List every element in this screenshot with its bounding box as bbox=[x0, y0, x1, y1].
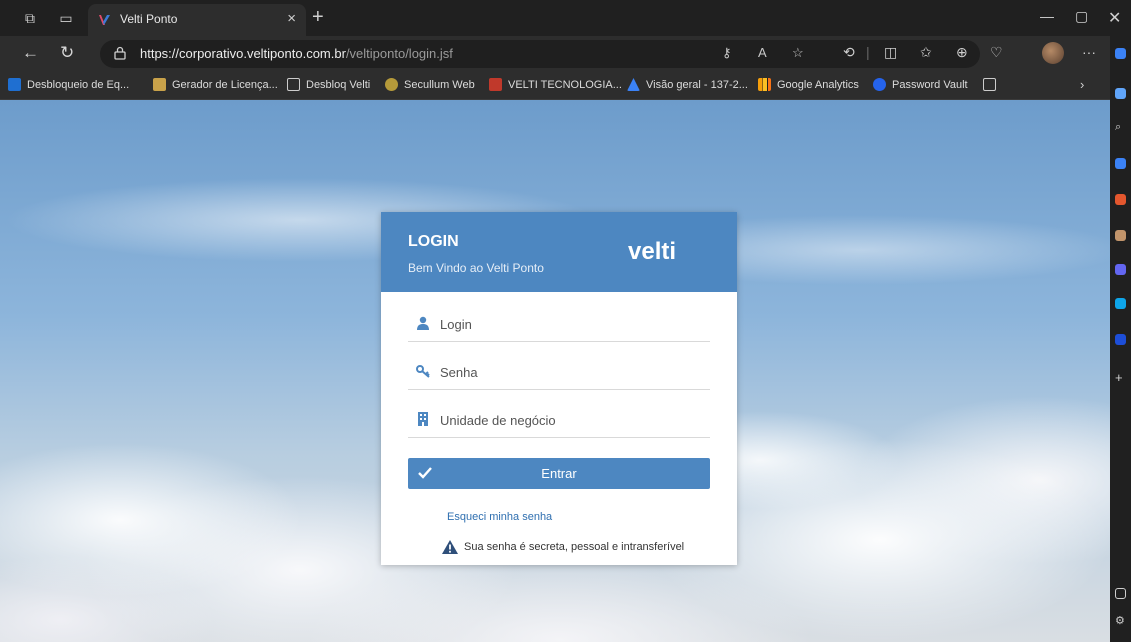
bookmark-page-icon[interactable] bbox=[983, 78, 996, 91]
hide-sidebar-icon[interactable] bbox=[1115, 588, 1126, 599]
close-window-icon[interactable]: ✕ bbox=[1108, 8, 1121, 28]
refresh-icon[interactable]: ↻ bbox=[60, 43, 74, 63]
close-tab-icon[interactable]: × bbox=[287, 10, 296, 27]
user-icon bbox=[417, 316, 429, 330]
password-vault-icon bbox=[873, 78, 886, 91]
security-notice-text: Sua senha é secreta, pessoal e intransfe… bbox=[464, 541, 685, 553]
collections-icon[interactable]: ⊕ bbox=[956, 44, 968, 61]
new-tab-icon[interactable]: + bbox=[312, 6, 324, 28]
bookmark-item[interactable]: Gerador de Licença... bbox=[153, 78, 278, 91]
velti-favicon-icon bbox=[99, 15, 110, 25]
bookmarks-bar: Desbloqueio de Eq... Gerador de Licença.… bbox=[0, 72, 1110, 100]
url-text[interactable]: https://corporativo.veltiponto.com.br/ve… bbox=[140, 46, 453, 61]
bookmark-favicon-icon bbox=[489, 78, 502, 91]
page-background: LOGIN Bem Vindo ao Velti Ponto velti Log… bbox=[0, 100, 1110, 642]
split-screen-icon[interactable]: ◫ bbox=[884, 44, 897, 61]
login-input[interactable] bbox=[440, 312, 700, 336]
outlook-icon[interactable] bbox=[1115, 298, 1126, 309]
lock-icon[interactable] bbox=[114, 46, 126, 60]
bookmark-item[interactable]: VELTI TECNOLOGIA... bbox=[489, 78, 622, 91]
velti-logo: velti bbox=[628, 238, 676, 264]
edge-sidebar: ⌕ + ⚙ bbox=[1110, 36, 1131, 642]
submit-button[interactable]: Entrar bbox=[408, 458, 710, 489]
login-field[interactable] bbox=[408, 306, 710, 342]
security-notice: Sua senha é secreta, pessoal e intransfe… bbox=[442, 540, 684, 554]
page-icon bbox=[287, 78, 300, 91]
favorites-icon[interactable]: ✩ bbox=[920, 44, 932, 61]
copilot-icon[interactable] bbox=[1115, 48, 1126, 59]
toolbar-divider: | bbox=[866, 44, 870, 60]
chevron-right-icon[interactable]: › bbox=[1080, 77, 1084, 92]
password-input[interactable] bbox=[440, 360, 700, 384]
building-icon bbox=[418, 412, 428, 426]
browser-toolbar: ← ↻ https://corporativo.veltiponto.com.b… bbox=[0, 36, 1131, 72]
browser-titlebar: ⧉ ▭ Velti Ponto × + — ▢ ✕ bbox=[0, 0, 1131, 36]
shopping-icon[interactable] bbox=[1115, 158, 1126, 169]
drop-icon[interactable] bbox=[1115, 334, 1126, 345]
read-aloud-icon[interactable]: A bbox=[758, 45, 767, 60]
business-unit-input[interactable] bbox=[440, 408, 700, 432]
bookmark-item[interactable]: Google Analytics bbox=[758, 78, 859, 91]
login-card: LOGIN Bem Vindo ao Velti Ponto velti Log… bbox=[381, 212, 737, 565]
maximize-icon[interactable]: ▢ bbox=[1075, 8, 1088, 25]
back-icon[interactable]: ← bbox=[22, 43, 39, 63]
login-header: LOGIN Bem Vindo ao Velti Ponto velti bbox=[381, 212, 737, 292]
password-key-icon[interactable]: ⚷ bbox=[722, 45, 732, 61]
more-options-icon[interactable]: ··· bbox=[1082, 44, 1096, 60]
favorite-star-icon[interactable]: ☆ bbox=[792, 45, 804, 61]
bookmark-favicon-icon bbox=[153, 78, 166, 91]
bookmark-item[interactable]: Desbloqueio de Eq... bbox=[8, 78, 129, 91]
bookmark-item[interactable]: Secullum Web bbox=[385, 78, 475, 91]
login-subtitle: Bem Vindo ao Velti Ponto bbox=[408, 261, 544, 275]
workspaces-icon[interactable]: ⧉ bbox=[22, 10, 38, 26]
bookmark-favicon-icon bbox=[385, 78, 398, 91]
google-analytics-icon bbox=[758, 78, 771, 91]
forgot-password-link[interactable]: Esqueci minha senha bbox=[447, 511, 552, 523]
microsoft365-icon[interactable] bbox=[1115, 264, 1126, 275]
svg-text:velti: velti bbox=[628, 238, 676, 264]
warning-icon bbox=[442, 540, 458, 554]
google-ads-icon bbox=[627, 78, 640, 91]
browser-essentials-icon[interactable]: ♡ bbox=[990, 44, 1003, 61]
bookmark-item[interactable]: Visão geral - 137-2... bbox=[627, 78, 748, 91]
tab-actions-icon[interactable]: ▭ bbox=[58, 10, 74, 26]
login-title: LOGIN bbox=[408, 233, 459, 250]
bookmark-item[interactable]: Desbloq Velti bbox=[287, 78, 370, 91]
key-icon bbox=[416, 365, 430, 378]
search-icon[interactable]: ⌕ bbox=[1115, 122, 1126, 133]
password-field[interactable] bbox=[408, 354, 710, 390]
tools-icon[interactable] bbox=[1115, 194, 1126, 205]
profile-avatar[interactable] bbox=[1042, 42, 1064, 64]
bookmark-item[interactable]: Password Vault bbox=[873, 78, 968, 91]
extensions-icon[interactable]: ⟲ bbox=[843, 44, 855, 61]
submit-label: Entrar bbox=[541, 466, 577, 481]
settings-gear-icon[interactable]: ⚙ bbox=[1115, 616, 1126, 627]
bookmark-favicon-icon bbox=[8, 78, 21, 91]
tab-velti-ponto[interactable]: Velti Ponto × bbox=[88, 4, 306, 36]
games-icon[interactable] bbox=[1115, 230, 1126, 241]
bing-icon[interactable] bbox=[1115, 88, 1126, 99]
tab-title: Velti Ponto bbox=[120, 12, 178, 26]
business-unit-field[interactable] bbox=[408, 402, 710, 438]
add-sidebar-app-icon[interactable]: + bbox=[1115, 371, 1126, 384]
minimize-icon[interactable]: — bbox=[1040, 8, 1054, 24]
